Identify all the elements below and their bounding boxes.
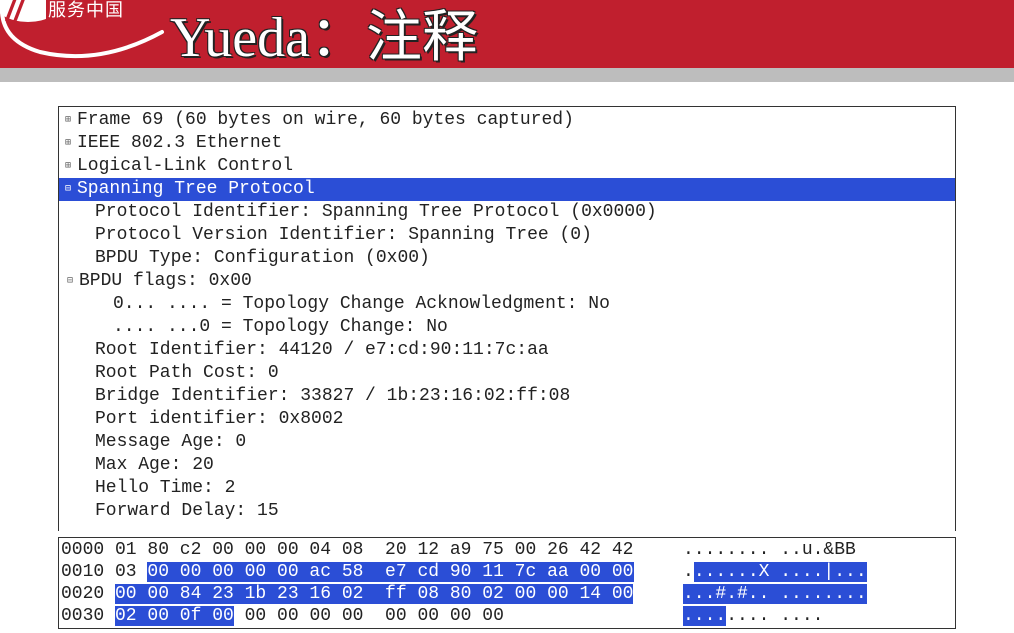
- hex-ascii: ........ ..u.&BB: [683, 539, 856, 561]
- tree-row[interactable]: Root Identifier: 44120 / e7:cd:90:11:7c:…: [59, 339, 955, 362]
- hex-ascii: .......X ....|...: [683, 561, 867, 583]
- tree-row-label: 0... .... = Topology Change Acknowledgme…: [111, 293, 610, 316]
- tree-row-label: Spanning Tree Protocol: [75, 178, 315, 201]
- hex-offset: 0020: [61, 583, 115, 605]
- tree-row[interactable]: ⊞Logical-Link Control: [59, 155, 955, 178]
- tree-row-label: Forward Delay: 15: [93, 500, 279, 523]
- hex-line[interactable]: 001003 00 00 00 00 00 ac 58 e7 cd 90 11 …: [61, 561, 953, 583]
- hex-line[interactable]: 003002 00 0f 00 00 00 00 00 00 00 00 00.…: [61, 605, 953, 627]
- expand-icon[interactable]: ⊞: [61, 132, 75, 155]
- tree-row-label: IEEE 802.3 Ethernet: [75, 132, 282, 155]
- tree-row-label: Max Age: 20: [93, 454, 214, 477]
- divider-bar: [0, 68, 1014, 82]
- tree-row[interactable]: ⊟BPDU flags: 0x00: [59, 270, 955, 293]
- tree-row[interactable]: Bridge Identifier: 33827 / 1b:23:16:02:f…: [59, 385, 955, 408]
- hex-line[interactable]: 000001 80 c2 00 00 00 04 08 20 12 a9 75 …: [61, 539, 953, 561]
- tree-row-label: Bridge Identifier: 33827 / 1b:23:16:02:f…: [93, 385, 570, 408]
- tree-row[interactable]: ⊟Spanning Tree Protocol: [59, 178, 955, 201]
- tree-row[interactable]: Protocol Identifier: Spanning Tree Proto…: [59, 201, 955, 224]
- tree-row-label: .... ...0 = Topology Change: No: [111, 316, 448, 339]
- hex-line[interactable]: 002000 00 84 23 1b 23 16 02 ff 08 80 02 …: [61, 583, 953, 605]
- hex-bytes: 03 00 00 00 00 00 ac 58 e7 cd 90 11 7c a…: [115, 561, 565, 583]
- tree-row[interactable]: BPDU Type: Configuration (0x00): [59, 247, 955, 270]
- tree-row[interactable]: Forward Delay: 15: [59, 500, 955, 523]
- collapse-icon[interactable]: ⊟: [61, 178, 75, 201]
- tree-row[interactable]: ⊞IEEE 802.3 Ethernet: [59, 132, 955, 155]
- tree-row-label: Protocol Version Identifier: Spanning Tr…: [93, 224, 592, 247]
- hex-bytes: 00 00 84 23 1b 23 16 02 ff 08 80 02 00 0…: [115, 583, 565, 605]
- expand-icon[interactable]: ⊞: [61, 155, 75, 178]
- hex-bytes: 02 00 0f 00 00 00 00 00 00 00 00 00: [115, 605, 565, 627]
- spacer: [0, 82, 1014, 106]
- packet-hex-dump[interactable]: 000001 80 c2 00 00 00 04 08 20 12 a9 75 …: [58, 537, 956, 629]
- tree-row-label: BPDU Type: Configuration (0x00): [93, 247, 430, 270]
- tree-row-label: Port identifier: 0x8002: [93, 408, 343, 431]
- logo-slash-icon: //: [6, 0, 23, 28]
- hex-offset: 0010: [61, 561, 115, 583]
- tree-row-label: Hello Time: 2: [93, 477, 235, 500]
- tree-row[interactable]: ⊞Frame 69 (60 bytes on wire, 60 bytes ca…: [59, 109, 955, 132]
- collapse-icon[interactable]: ⊟: [63, 270, 77, 293]
- tree-row-label: BPDU flags: 0x00: [77, 270, 252, 293]
- tree-row-label: Message Age: 0: [93, 431, 246, 454]
- hex-bytes: 01 80 c2 00 00 00 04 08 20 12 a9 75 00 2…: [115, 539, 565, 561]
- tree-row[interactable]: Max Age: 20: [59, 454, 955, 477]
- tree-row[interactable]: Hello Time: 2: [59, 477, 955, 500]
- hex-offset: 0000: [61, 539, 115, 561]
- logo-text: 服务中国: [46, 0, 126, 22]
- tree-row[interactable]: Message Age: 0: [59, 431, 955, 454]
- tree-row[interactable]: 0... .... = Topology Change Acknowledgme…: [59, 293, 955, 316]
- tree-row[interactable]: Protocol Version Identifier: Spanning Tr…: [59, 224, 955, 247]
- logo: // 服务中国: [0, 0, 160, 68]
- tree-row[interactable]: Port identifier: 0x8002: [59, 408, 955, 431]
- page-title: Yueda：注释: [170, 0, 478, 73]
- tree-row-label: Logical-Link Control: [75, 155, 293, 178]
- hex-offset: 0030: [61, 605, 115, 627]
- hex-ascii: ........ ....: [683, 605, 823, 627]
- tree-row-label: Root Path Cost: 0: [93, 362, 279, 385]
- tree-row[interactable]: Root Path Cost: 0: [59, 362, 955, 385]
- title-bar: // 服务中国 Yueda：注释: [0, 0, 1014, 68]
- hex-ascii: ...#.#.. ........: [683, 583, 867, 605]
- expand-icon[interactable]: ⊞: [61, 109, 75, 132]
- tree-row-label: Frame 69 (60 bytes on wire, 60 bytes cap…: [75, 109, 574, 132]
- packet-details-tree[interactable]: ⊞Frame 69 (60 bytes on wire, 60 bytes ca…: [58, 106, 956, 531]
- tree-row-label: Protocol Identifier: Spanning Tree Proto…: [93, 201, 657, 224]
- tree-row-label: Root Identifier: 44120 / e7:cd:90:11:7c:…: [93, 339, 549, 362]
- tree-row[interactable]: .... ...0 = Topology Change: No: [59, 316, 955, 339]
